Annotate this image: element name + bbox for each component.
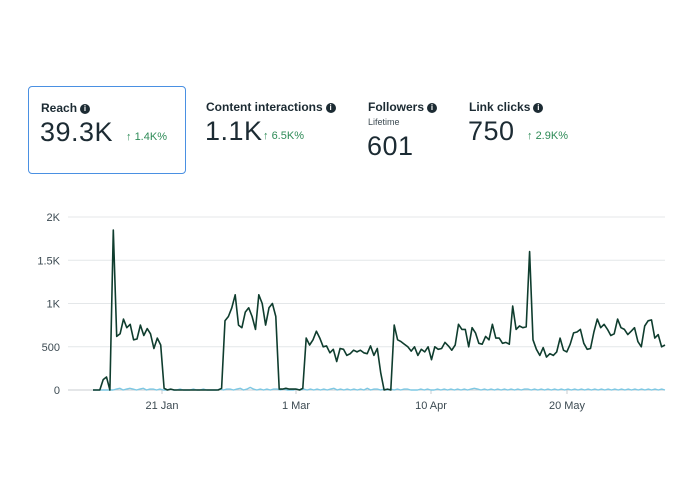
y-tick-label: 500 [42, 342, 60, 354]
link-clicks-value: 750 [468, 116, 515, 146]
content-interactions-title: Content interactions i [206, 100, 336, 114]
y-tick-label: 2K [47, 212, 61, 224]
info-icon[interactable]: i [427, 103, 438, 113]
y-tick-label: 0 [54, 385, 60, 397]
reach-line-chart: 0 500 1K 1.5K 2K 21 Jan 1 Mar 10 Apr 20 May [37, 212, 666, 412]
y-tick-label: 1.5K [37, 255, 60, 267]
followers-value: 601 [367, 131, 414, 161]
arrow-up-icon: ↑ [263, 130, 272, 142]
info-icon[interactable]: i [533, 103, 544, 113]
arrow-up-icon: ↑ [126, 131, 135, 143]
y-tick-label: 1K [47, 299, 61, 311]
info-icon[interactable]: i [80, 104, 91, 114]
info-icon[interactable]: i [325, 103, 336, 113]
reach-title: Reach i [41, 101, 91, 115]
followers-title: Followers i [368, 100, 438, 114]
content-interactions-value: 1.1K [205, 116, 263, 146]
x-tick-label: 10 Apr [415, 400, 447, 412]
link-clicks-change: ↑ 2.9K% [527, 130, 568, 142]
reach-metric-card[interactable]: Reach i 39.3K ↑ 1.4K% [28, 86, 186, 174]
x-tick-label: 1 Mar [282, 400, 310, 412]
reach-value: 39.3K [40, 117, 114, 147]
current-period-line [93, 229, 666, 391]
link-clicks-title: Link clicks i [469, 100, 544, 114]
followers-metric-card[interactable]: Followers i Lifetime 601 [358, 86, 458, 174]
x-tick-label: 20 May [549, 400, 586, 412]
followers-sublabel: Lifetime [368, 117, 400, 127]
content-interactions-metric-card[interactable]: Content interactions i 1.1K ↑ 6.5K% [195, 86, 355, 174]
x-tick-label: 21 Jan [145, 400, 178, 412]
content-interactions-change: ↑ 6.5K% [263, 130, 304, 142]
arrow-up-icon: ↑ [527, 130, 536, 142]
link-clicks-metric-card[interactable]: Link clicks i 750 ↑ 2.9K% [460, 86, 590, 174]
reach-change: ↑ 1.4K% [126, 131, 167, 143]
